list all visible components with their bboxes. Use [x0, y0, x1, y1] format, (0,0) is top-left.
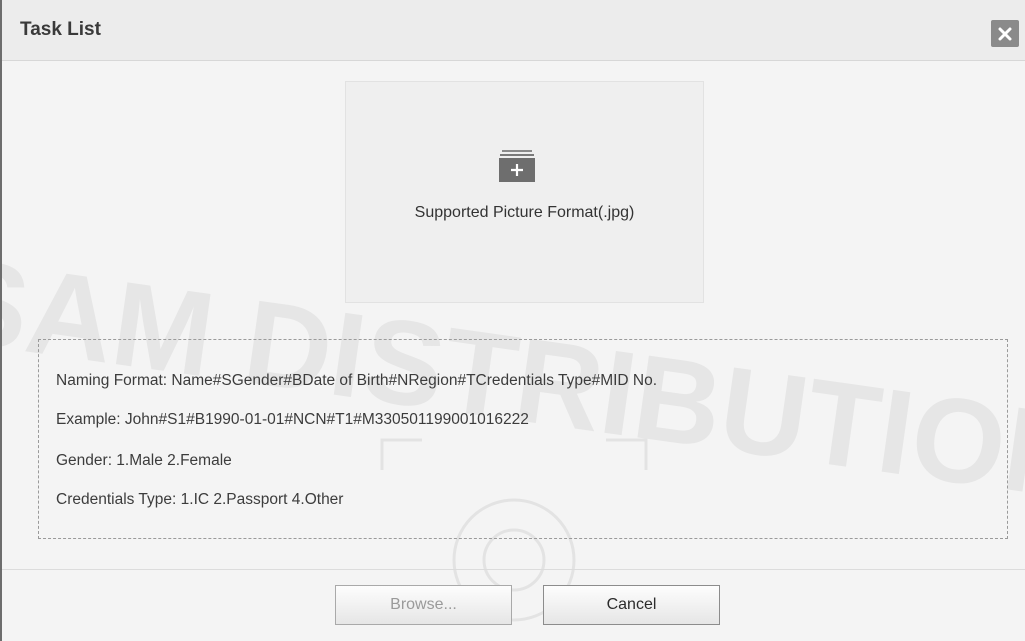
supported-format-label: Supported Picture Format(.jpg) [414, 204, 635, 221]
folder-add-icon [499, 150, 535, 182]
dialog-titlebar: Task List [2, 0, 1025, 61]
close-icon [998, 27, 1012, 40]
close-button[interactable] [991, 20, 1019, 47]
example-text: Example: John#S1#B1990-01-01#NCN#T1#M330… [56, 411, 529, 428]
task-list-dialog: SAM DISTRIBUTION Task List Supported Pic… [0, 0, 1025, 641]
cancel-button[interactable]: Cancel [543, 585, 720, 625]
naming-format-text: Naming Format: Name#SGender#BDate of Bir… [56, 372, 658, 389]
footer-divider [2, 569, 1025, 570]
gender-text: Gender: 1.Male 2.Female [56, 452, 232, 469]
browse-button[interactable]: Browse... [335, 585, 512, 625]
naming-info-box: Naming Format: Name#SGender#BDate of Bir… [38, 339, 1008, 539]
picture-upload-area[interactable]: Supported Picture Format(.jpg) [345, 81, 704, 303]
dialog-title: Task List [20, 19, 101, 40]
credentials-type-text: Credentials Type: 1.IC 2.Passport 4.Othe… [56, 491, 344, 508]
